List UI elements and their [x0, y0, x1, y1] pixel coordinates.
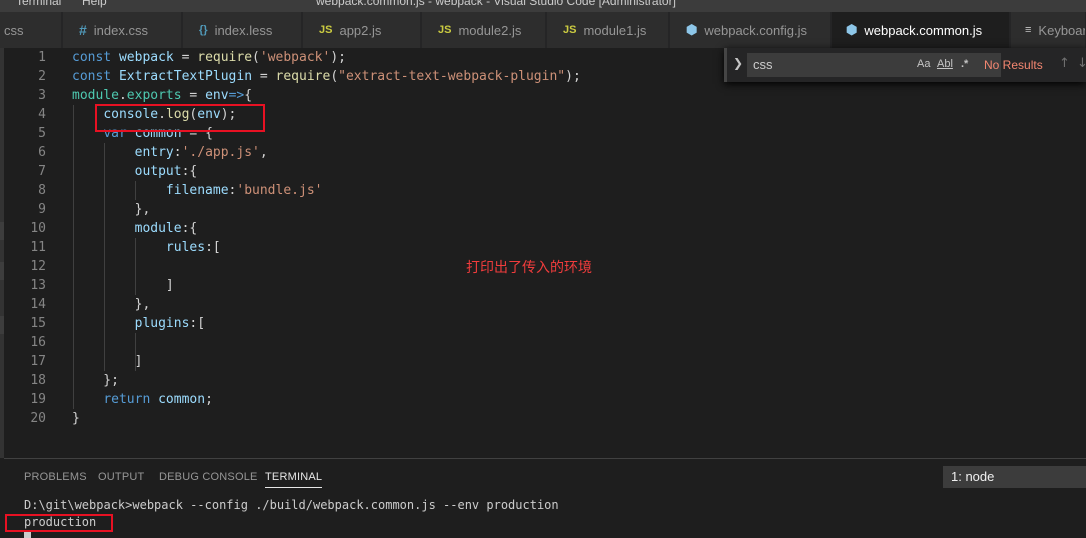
tab-app2-js[interactable]: JS app2.js: [303, 12, 421, 48]
menu-terminal[interactable]: Terminal: [16, 0, 61, 8]
code-line-13: ]: [72, 278, 174, 293]
tab-webpack-config-js[interactable]: ⬢ webpack.config.js: [670, 12, 831, 48]
css-file-icon: #: [79, 22, 87, 38]
code-line-15: plugins:[: [134, 316, 206, 331]
tab-label: app2.js: [339, 22, 382, 38]
tab-problems[interactable]: PROBLEMS: [24, 471, 87, 483]
code-line-1: const webpack = require('webpack');: [72, 50, 346, 65]
line-number: 4: [38, 107, 46, 122]
line-number: 1: [38, 50, 46, 65]
code-line-20: }: [72, 411, 80, 426]
line-number: 3: [38, 88, 46, 103]
line-number: 6: [38, 145, 46, 160]
line-number: 14: [30, 297, 46, 312]
code-line-2: const ExtractTextPlugin = require("extra…: [72, 69, 581, 84]
highlight-box-production: [5, 514, 113, 532]
tab-label: module1.js: [583, 22, 647, 38]
tab-label: Keyboard: [1038, 22, 1085, 38]
tab-label: webpack.common.js: [864, 22, 983, 38]
webpack-cube-icon: ⬢: [686, 22, 698, 37]
line-number: 13: [30, 278, 46, 293]
tab-module2-js[interactable]: JS module2.js: [422, 12, 546, 48]
terminal-cursor: [24, 532, 31, 538]
code-line-19: return common;: [103, 392, 213, 407]
code-line-6: entry:'./app.js',: [134, 145, 268, 160]
line-number: 11: [30, 240, 46, 255]
line-number: 20: [30, 411, 46, 426]
code-line-9: },: [72, 202, 151, 217]
line-number: 19: [30, 392, 46, 407]
tab-css[interactable]: css: [0, 12, 62, 48]
bottom-panel: PROBLEMS OUTPUT DEBUG CONSOLE TERMINAL 1…: [4, 458, 1086, 538]
annotation-note: 打印出了传入的环境: [466, 260, 592, 276]
menu-help[interactable]: Help: [82, 0, 107, 8]
chevron-right-icon[interactable]: ❯: [733, 56, 743, 70]
previous-match-icon[interactable]: ↑: [1059, 56, 1070, 71]
line-number: 8: [38, 183, 46, 198]
next-match-icon[interactable]: ↓: [1077, 56, 1086, 71]
less-file-icon: {}: [199, 24, 208, 36]
whole-word-toggle[interactable]: Abl: [937, 58, 953, 70]
tab-index-less[interactable]: {} index.less: [183, 12, 302, 48]
code-line-17: ]: [72, 354, 143, 369]
tab-label: module2.js: [458, 22, 522, 38]
terminal-command-line: D:\git\webpack>webpack --config ./build/…: [24, 498, 559, 512]
code-line-8: filename:'bundle.js': [165, 183, 323, 198]
js-file-icon: JS: [563, 24, 577, 36]
tab-label: webpack.config.js: [704, 22, 807, 38]
line-number: 9: [38, 202, 46, 217]
window-title: webpack.common.js - webpack - Visual Stu…: [316, 0, 676, 8]
line-number: 17: [30, 354, 46, 369]
line-number: 2: [38, 69, 46, 84]
webpack-cube-icon: ⬢: [846, 22, 858, 37]
line-number: 18: [30, 373, 46, 388]
editor-tab-bar: css # index.css {} index.less JS app2.js…: [0, 12, 1086, 48]
code-line-10: module:{: [134, 221, 198, 236]
menu-bar: Terminal Help webpack.common.js - webpac…: [0, 0, 1086, 12]
find-widget: ❯ css Aa Abl .* No Results ↑ ↓: [724, 48, 1086, 82]
line-number: 12: [30, 259, 46, 274]
line-number: 15: [30, 316, 46, 331]
js-file-icon: JS: [319, 24, 333, 36]
tab-output[interactable]: OUTPUT: [98, 471, 144, 483]
code-line-18: };: [72, 373, 119, 388]
terminal-selector[interactable]: 1: node: [943, 466, 1086, 488]
code-line-3: module.exports = env=>{: [72, 88, 253, 103]
tab-webpack-common-js[interactable]: ⬢ webpack.common.js: [832, 12, 1010, 48]
code-line-11: rules:[: [165, 240, 221, 255]
code-line-14: },: [72, 297, 151, 312]
tab-index-css[interactable]: # index.css: [63, 12, 182, 48]
tab-module1-js[interactable]: JS module1.js: [547, 12, 669, 48]
tab-label: index.less: [214, 22, 273, 38]
line-number: 5: [38, 126, 46, 141]
find-status: No Results: [984, 58, 1043, 72]
list-lines-icon: ≡: [1025, 24, 1032, 36]
tab-label: index.css: [93, 22, 148, 38]
tab-terminal[interactable]: TERMINAL: [265, 471, 323, 488]
regex-toggle[interactable]: .*: [961, 58, 968, 70]
highlight-box-console-log: [95, 104, 265, 132]
tab-keyboard-shortcuts[interactable]: ≡ Keyboard: [1011, 12, 1086, 48]
tab-label: css: [4, 22, 24, 38]
js-file-icon: JS: [438, 24, 452, 36]
tab-debug-console[interactable]: DEBUG CONSOLE: [159, 471, 258, 483]
line-number: 16: [30, 335, 46, 350]
line-number: 7: [38, 164, 46, 179]
match-case-toggle[interactable]: Aa: [917, 58, 930, 70]
line-number: 10: [30, 221, 46, 236]
code-line-7: output:{: [134, 164, 198, 179]
